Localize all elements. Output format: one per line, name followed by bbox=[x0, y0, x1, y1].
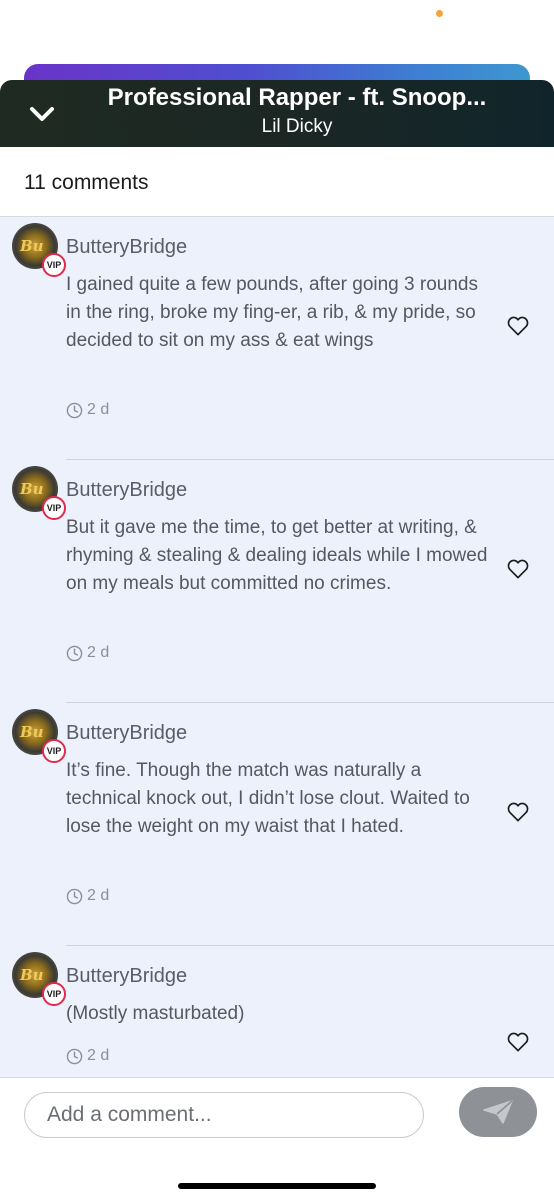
comment-composer bbox=[0, 1077, 554, 1200]
comment-timestamp: 2 d bbox=[66, 887, 109, 905]
avatar[interactable]: Bu VIP bbox=[12, 223, 66, 277]
paper-plane-icon bbox=[483, 1100, 513, 1124]
avatar[interactable]: Bu VIP bbox=[12, 952, 66, 1006]
comment-username[interactable]: ButteryBridge bbox=[66, 479, 187, 502]
comments-list[interactable]: Bu VIP ButteryBridge I gained quite a fe… bbox=[0, 217, 554, 1077]
clock-icon bbox=[66, 888, 83, 904]
song-title: Professional Rapper - ft. Snoop... bbox=[107, 84, 487, 111]
comment-item: Bu VIP ButteryBridge It’s fine. Though t… bbox=[0, 703, 554, 946]
comment-timestamp: 2 d bbox=[66, 644, 109, 662]
comment-time: 2 d bbox=[87, 1047, 110, 1064]
send-button[interactable] bbox=[459, 1087, 537, 1137]
comment-text: I gained quite a few pounds, after going… bbox=[66, 274, 478, 351]
comment-timestamp: 2 d bbox=[66, 1047, 109, 1065]
like-button[interactable] bbox=[504, 798, 532, 826]
like-button[interactable] bbox=[504, 555, 532, 583]
vip-badge: VIP bbox=[42, 496, 66, 520]
heart-outline-icon bbox=[507, 316, 529, 336]
vip-badge: VIP bbox=[42, 253, 66, 277]
avatar[interactable]: Bu VIP bbox=[12, 709, 66, 763]
song-artist: Lil Dicky bbox=[261, 116, 333, 137]
comments-sheet-header: Professional Rapper - ft. Snoop... Lil D… bbox=[0, 80, 554, 147]
avatar[interactable]: Bu VIP bbox=[12, 466, 66, 520]
comment-time: 2 d bbox=[87, 887, 110, 904]
heart-outline-icon bbox=[507, 1032, 529, 1052]
like-button[interactable] bbox=[504, 1028, 532, 1056]
status-bar bbox=[0, 0, 554, 64]
comment-item: Bu VIP ButteryBridge (Mostly masturbated… bbox=[0, 946, 554, 1077]
heart-outline-icon bbox=[507, 559, 529, 579]
comment-input[interactable] bbox=[24, 1092, 424, 1138]
comment-username[interactable]: ButteryBridge bbox=[66, 965, 187, 988]
comment-text: It’s fine. Though the match was naturall… bbox=[66, 760, 470, 837]
comment-item: Bu VIP ButteryBridge But it gave me the … bbox=[0, 460, 554, 703]
comments-count-bar: 11 comments bbox=[0, 147, 554, 217]
clock-icon bbox=[66, 645, 83, 661]
comment-time: 2 d bbox=[87, 401, 110, 418]
comment-username[interactable]: ButteryBridge bbox=[66, 236, 187, 259]
comment-timestamp: 2 d bbox=[66, 401, 109, 419]
vip-badge: VIP bbox=[42, 982, 66, 1006]
comment-text: But it gave me the time, to get better a… bbox=[66, 517, 488, 594]
heart-outline-icon bbox=[507, 802, 529, 822]
clock-icon bbox=[66, 402, 83, 418]
comment-time: 2 d bbox=[87, 644, 110, 661]
comment-item: Bu VIP ButteryBridge I gained quite a fe… bbox=[0, 217, 554, 460]
home-indicator[interactable] bbox=[178, 1183, 376, 1189]
comment-username[interactable]: ButteryBridge bbox=[66, 722, 187, 745]
privacy-indicator-dot bbox=[436, 10, 443, 17]
clock-icon bbox=[66, 1048, 83, 1064]
comment-text: (Mostly masturbated) bbox=[66, 1003, 245, 1024]
vip-badge: VIP bbox=[42, 739, 66, 763]
like-button[interactable] bbox=[504, 312, 532, 340]
comments-count: 11 comments bbox=[24, 171, 149, 194]
